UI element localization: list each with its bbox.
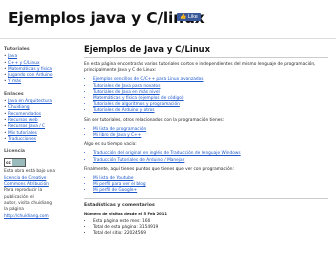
stats-heading: Estadísticas y comentarios xyxy=(84,202,155,208)
list-item: Total del sitio: 22024569 xyxy=(93,231,328,237)
like-label: Like xyxy=(187,14,198,20)
site-title[interactable]: Ejemplos java y C/linux xyxy=(8,9,205,27)
divider xyxy=(84,197,328,199)
sidebar-link[interactable]: Traducciones xyxy=(4,137,76,144)
sidebar-heading-licence: Licencia xyxy=(4,149,26,155)
tutorial-list: Ejemplos sencillos de C/C++ para Linux a… xyxy=(84,77,328,114)
cc-icon: cc xyxy=(5,159,12,167)
sidebar-heading-tutorials: Tutoriales xyxy=(4,47,30,52)
list-item[interactable]: Traducción Tutoriales de Arduino / Manej… xyxy=(93,158,328,164)
social-list: Mi lista de Youtube Mi perfil para ver e… xyxy=(84,176,328,195)
sidebar-heading-links: Enlaces xyxy=(4,91,24,97)
stats-subheading: Número de visitas desde el 5 Feb 2011 xyxy=(84,210,168,216)
header: Ejemplos java y C/linux 👍 Like xyxy=(0,0,336,39)
main-content: Ejemplos de Java y C/Linux En esta págin… xyxy=(84,44,328,241)
stats-list: Esta página este mes: 160 Total de esta … xyxy=(84,219,328,238)
translations-list: Traducción del original en inglés de Tra… xyxy=(84,151,328,163)
paragraph: Sin ser tutoriales, otros relacionados c… xyxy=(84,117,225,123)
paragraph: Finalmente, aquí tienes puntos que tiene… xyxy=(84,166,234,172)
related-list: Mi lista de programación Mi libro de Jav… xyxy=(84,127,328,139)
page-title: Ejemplos de Java y C/Linux xyxy=(84,44,211,54)
tutorials-list: Java C++ y C/Linux Matemáticas y física … xyxy=(4,54,76,86)
list-item[interactable]: Mi libro de Java y C++ xyxy=(93,133,328,139)
licence-text: Esta obra está bajo una licencia de Crea… xyxy=(4,169,55,219)
links-list: Java en Arquitectura Chuidiang Recomenda… xyxy=(4,99,76,143)
paragraph: Algo es su tiempo vacío: xyxy=(84,142,137,148)
creative-commons-badge[interactable]: cc xyxy=(4,158,26,168)
divider xyxy=(84,57,328,58)
sidebar-link[interactable]: Y más xyxy=(4,79,76,86)
sidebar: Tutoriales Java C++ y C/Linux Matemática… xyxy=(4,44,76,220)
facebook-like-button[interactable]: 👍 Like xyxy=(177,13,201,21)
list-item[interactable]: Tutoriales de Arduino y otros xyxy=(93,108,328,114)
list-item[interactable]: Mi perfil de Google+ xyxy=(93,188,328,194)
intro-paragraph: En esta página encontrarás varios tutori… xyxy=(84,62,316,74)
thumbs-up-icon: 👍 xyxy=(180,14,187,20)
